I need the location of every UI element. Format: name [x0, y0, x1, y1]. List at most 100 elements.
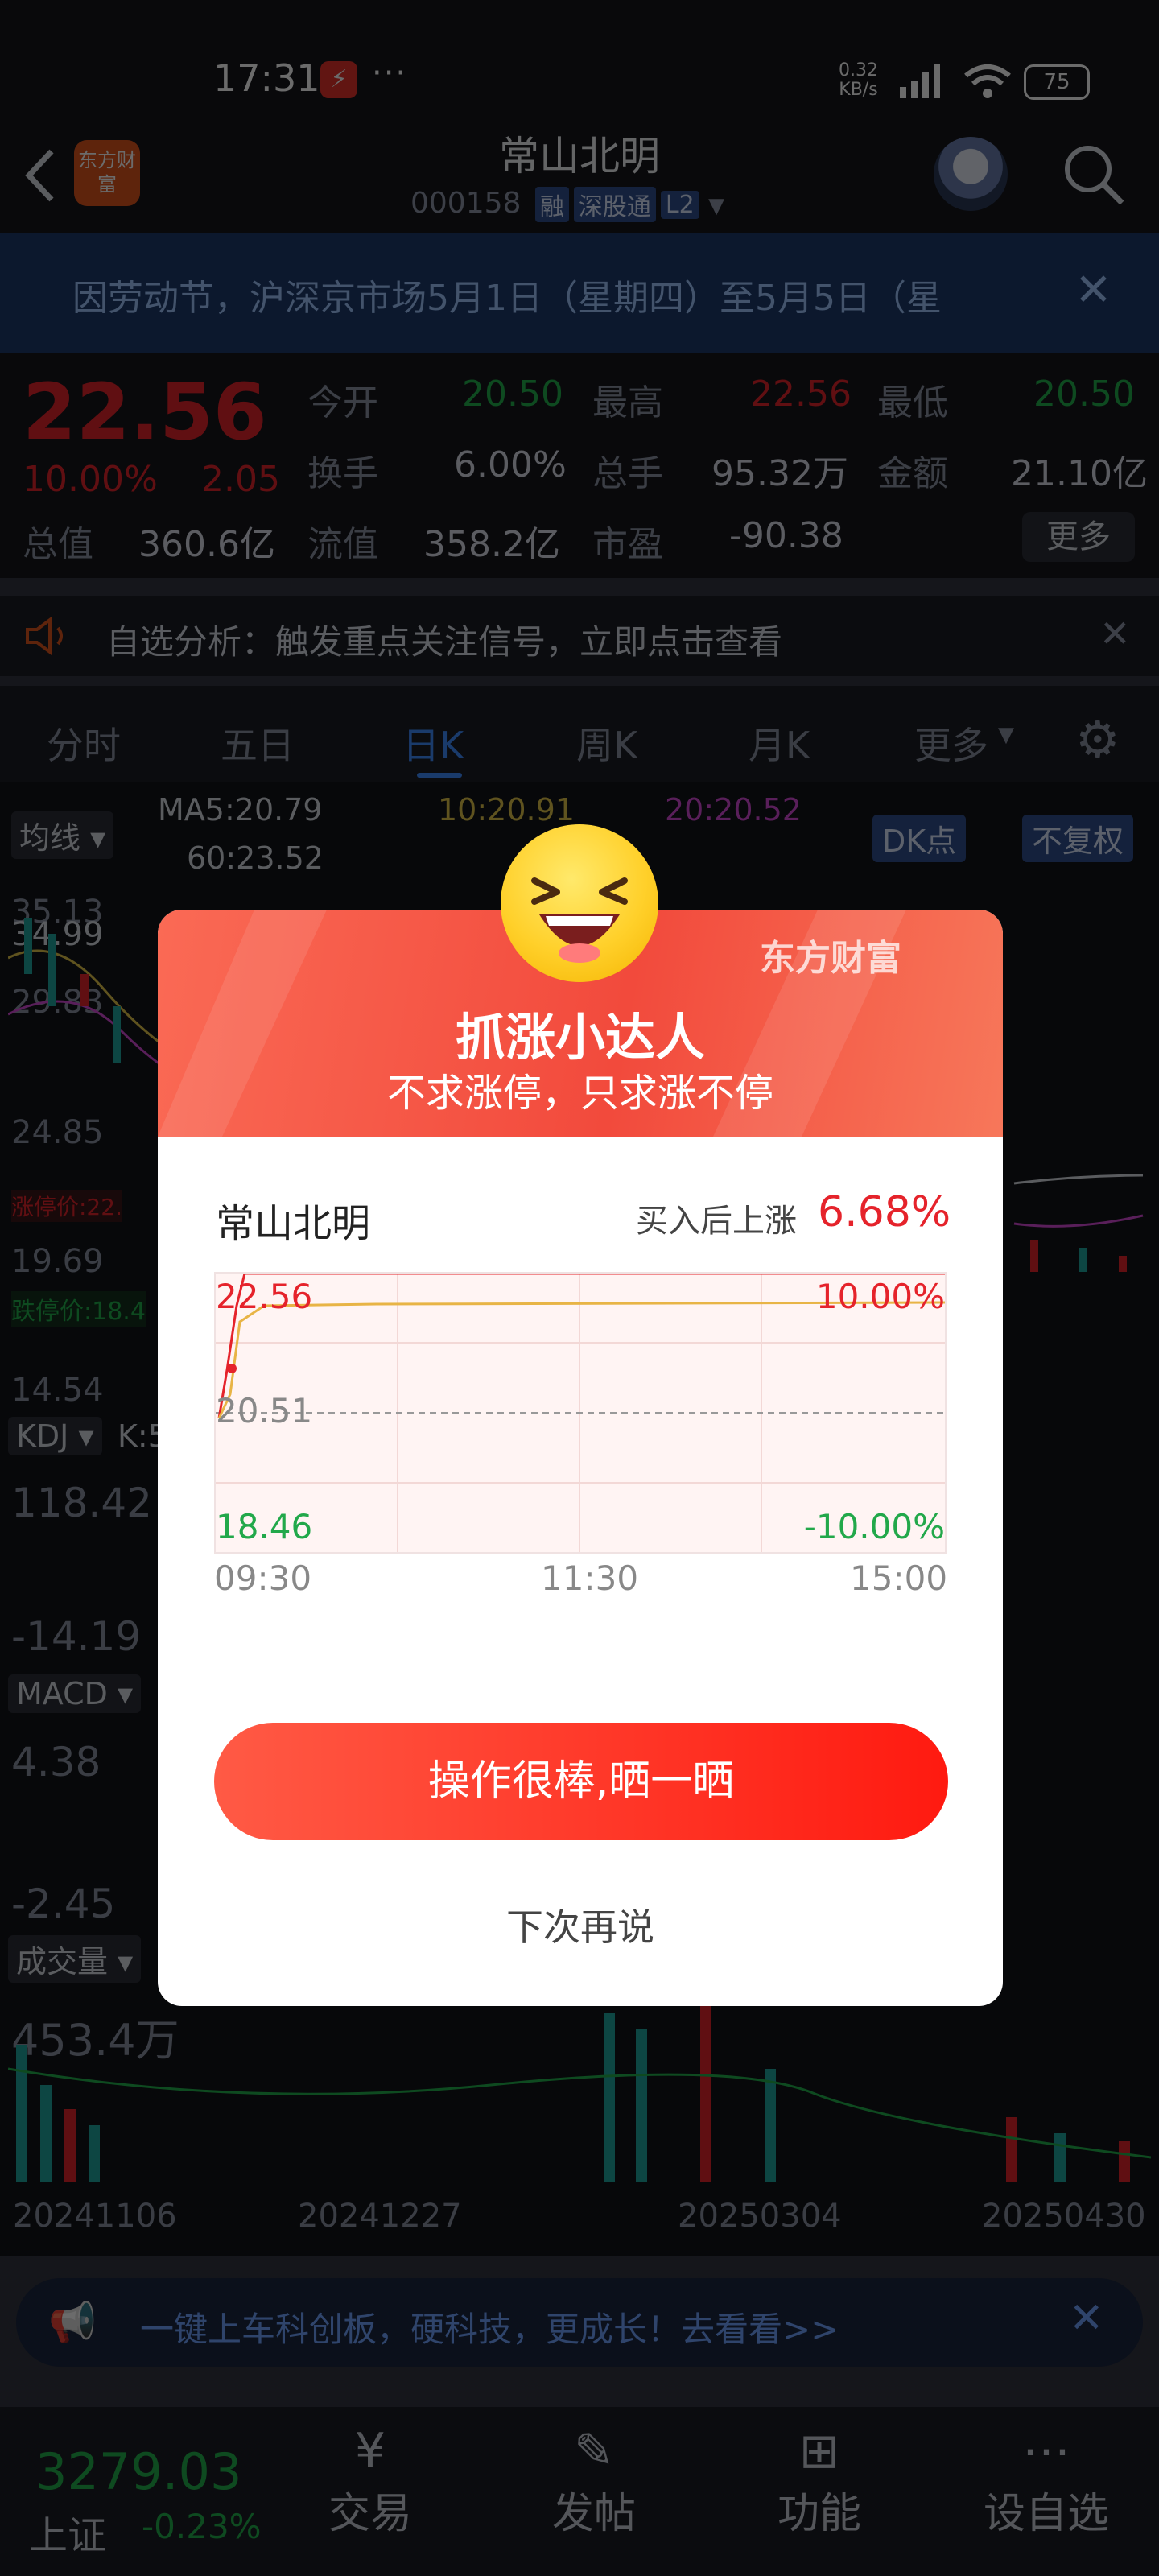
no-adjust-button[interactable]: 不复权 — [1022, 815, 1134, 862]
dialog-stock-name: 常山北明 — [216, 1201, 371, 1246]
volume-selector[interactable]: 成交量 ▾ — [8, 1935, 142, 1983]
nav-post[interactable]: ✎ 发帖 — [514, 2423, 674, 2540]
date-tick: 20250304 — [678, 2198, 842, 2235]
value-open: 20.50 — [462, 374, 563, 415]
more-notifications-icon: ··· — [372, 55, 408, 92]
promo-banner[interactable]: 📢 一键上车科创板，硬科技，更成长！去看看>> ✕ — [16, 2278, 1143, 2367]
index-value[interactable]: 3279.03 — [35, 2442, 241, 2501]
value-low: 20.50 — [1033, 374, 1135, 415]
grid-icon: ⊞ — [798, 2423, 840, 2479]
kdj-selector[interactable]: KDJ ▾ — [8, 1417, 102, 1455]
label-pe: 市盈 — [592, 524, 663, 565]
tag-connect: 深股通 — [573, 187, 656, 222]
nav-trade[interactable]: ¥ 交易 — [290, 2423, 451, 2540]
more-button[interactable]: 更多 — [1022, 512, 1135, 562]
tag-margin: 融 — [534, 187, 569, 222]
chart-low-price: 18.46 — [216, 1507, 313, 1546]
tab-weekly-k[interactable]: 周K — [576, 716, 637, 770]
macd-selector[interactable]: MACD ▾ — [8, 1674, 142, 1713]
clock: 17:31 — [213, 56, 320, 100]
bottom-nav: 3279.03 上证 -0.23% ¥ 交易 ✎ 发帖 ⊞ 功能 ⋯ 设自选 — [0, 2407, 1159, 2576]
gain-value: 6.68% — [818, 1188, 951, 1236]
ma5-value: MA5:20.79 — [158, 792, 323, 828]
nav-post-label: 发帖 — [551, 2490, 636, 2538]
label-amount: 金额 — [877, 453, 948, 494]
label-low: 最低 — [877, 382, 948, 423]
dialog-subtitle: 不求涨停，只求涨不停 — [386, 1071, 773, 1116]
gear-icon[interactable]: ⚙ — [1075, 710, 1120, 769]
ma10-value: 10:20.91 — [438, 792, 575, 828]
ma-selector[interactable]: 均线 ▾ — [11, 811, 114, 859]
stock-code: 000158 — [410, 187, 522, 220]
time-end: 15:00 — [850, 1558, 948, 1598]
nav-trade-label: 交易 — [328, 2490, 412, 2538]
chart-low-pct: -10.00% — [803, 1507, 945, 1546]
promo-text: 一键上车科创板，硬科技，更成长！去看看>> — [140, 2310, 839, 2349]
analysis-bar[interactable]: 自选分析：触发重点关注信号，立即点击查看 ✕ — [0, 596, 1159, 676]
value-high: 22.56 — [750, 374, 852, 415]
network-speed: 0.32 KB/s — [839, 60, 878, 100]
gain-label: 买入后上涨 — [636, 1203, 797, 1240]
yen-icon: ¥ — [354, 2423, 386, 2479]
macd-tick: -2.45 — [11, 1880, 116, 1927]
index-name: 上证 — [29, 2513, 107, 2558]
tab-more[interactable]: 更多 — [914, 716, 988, 770]
notice-text: 因劳动节，沪深京市场5月1日（星期四）至5月5日（星 — [72, 278, 942, 319]
tab-intraday[interactable]: 分时 — [47, 716, 121, 770]
notification-app-icon: ⚡ — [320, 61, 357, 98]
tag-level2: L2 — [660, 190, 699, 219]
signal-icon — [900, 64, 940, 98]
label-float-cap: 流值 — [307, 524, 378, 565]
share-dialog: 东方财富 抓涨小达人 不求涨停，只求涨不停 常山北明 买入后上涨 6.68% 2… — [158, 910, 1003, 2006]
index-change: -0.23% — [142, 2507, 262, 2546]
chart-high-price: 22.56 — [216, 1277, 313, 1316]
close-icon[interactable]: ✕ — [1074, 264, 1112, 316]
nav-functions-label: 功能 — [777, 2490, 861, 2538]
label-turnover: 换手 — [307, 453, 378, 494]
label-high: 最高 — [592, 382, 663, 423]
share-button[interactable]: 操作很棒,晒一晒 — [214, 1723, 948, 1840]
stock-code-row[interactable]: 000158 融深股通 L2 ▼ — [410, 187, 724, 222]
volume-bars — [8, 2004, 1151, 2182]
time-mid: 11:30 — [541, 1558, 639, 1598]
active-tab-indicator — [417, 773, 462, 778]
status-bar: 17:31 ⚡ ··· 0.32 KB/s 75 — [0, 0, 1159, 121]
value-turnover: 6.00% — [454, 444, 567, 485]
speaker-icon — [26, 617, 63, 655]
ma20-value: 20:20.52 — [665, 792, 802, 828]
nav-functions[interactable]: ⊞ 功能 — [739, 2423, 900, 2540]
kdj-tick: -14.19 — [11, 1613, 142, 1660]
close-icon[interactable]: ✕ — [1099, 612, 1131, 655]
intraday-mini-chart: 22.56 10.00% 20.51 18.46 -10.00% — [214, 1272, 947, 1554]
close-icon[interactable]: ✕ — [1069, 2294, 1104, 2343]
dropdown-arrow-icon: ▼ — [998, 723, 1014, 747]
date-tick: 20241227 — [298, 2198, 462, 2235]
dialog-title: 抓涨小达人 — [455, 1008, 705, 1067]
holiday-notice-banner[interactable]: 因劳动节，沪深京市场5月1日（星期四）至5月5日（星 ✕ — [0, 233, 1159, 353]
assistant-robot-icon[interactable] — [934, 137, 1008, 211]
tab-daily-k[interactable]: 日K — [402, 716, 464, 770]
value-float-cap: 358.2亿 — [423, 524, 560, 565]
label-market-cap: 总值 — [23, 524, 93, 565]
nav-add-watchlist[interactable]: ⋯ 设自选 — [966, 2423, 1127, 2540]
tab-five-day[interactable]: 五日 — [221, 716, 295, 770]
value-volume: 95.32万 — [711, 453, 848, 494]
dk-point-button[interactable]: DK点 — [872, 815, 967, 862]
change-amount: 2.05 — [201, 459, 280, 500]
last-price: 22.56 — [23, 367, 267, 457]
edit-icon: ✎ — [573, 2423, 615, 2479]
analysis-text: 自选分析：触发重点关注信号，立即点击查看 — [106, 622, 783, 662]
value-amount: 21.10亿 — [1011, 453, 1148, 494]
change-percent: 10.00% — [23, 459, 158, 500]
brand-watermark: 东方财富 — [760, 938, 901, 979]
wifi-icon — [964, 64, 1011, 98]
label-open: 今开 — [307, 382, 378, 423]
search-icon[interactable] — [1061, 142, 1127, 208]
kdj-tick: 118.42 — [11, 1480, 152, 1526]
value-pe: -90.38 — [729, 515, 843, 556]
ma60-value: 60:23.52 — [187, 840, 324, 876]
chart-high-pct: 10.00% — [815, 1277, 945, 1316]
tab-monthly-k[interactable]: 月K — [749, 716, 810, 770]
date-tick: 20241106 — [13, 2198, 177, 2235]
skip-button[interactable]: 下次再说 — [158, 1898, 1003, 1951]
